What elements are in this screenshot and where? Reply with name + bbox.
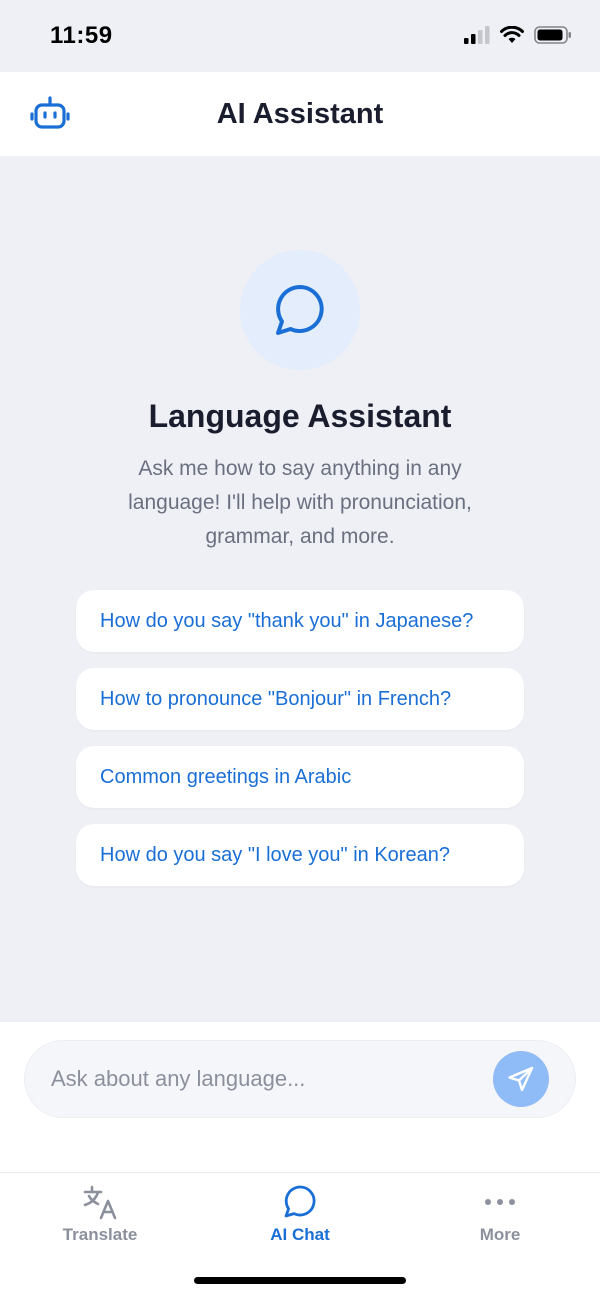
- translate-icon: [83, 1185, 117, 1220]
- tab-ai-chat[interactable]: AI Chat: [230, 1183, 370, 1245]
- chat-bubble-icon: [276, 285, 324, 335]
- tab-label: AI Chat: [270, 1225, 330, 1244]
- wifi-icon: [500, 26, 524, 43]
- suggestion-chip[interactable]: How do you say "thank you" in Japanese?: [76, 590, 524, 652]
- hero-subtitle: Ask me how to say anything in any langua…: [128, 457, 472, 548]
- chat-bubble-icon: [284, 1185, 316, 1218]
- message-composer: [0, 1022, 600, 1172]
- cellular-signal-icon: [464, 26, 490, 44]
- tab-translate[interactable]: Translate: [30, 1183, 170, 1245]
- suggestion-chip[interactable]: Common greetings in Arabic: [76, 746, 524, 808]
- battery-icon: [534, 26, 571, 44]
- hero-title: Language Assistant: [148, 398, 452, 434]
- status-bar: 11:59: [0, 0, 600, 72]
- tab-more[interactable]: More: [430, 1183, 570, 1245]
- message-input[interactable]: [51, 1041, 481, 1117]
- send-button[interactable]: [493, 1051, 549, 1107]
- page-title: AI Assistant: [216, 98, 384, 130]
- hero-icon-circle: [240, 250, 360, 370]
- send-icon: [508, 1066, 534, 1092]
- more-dots-icon: [485, 1199, 515, 1205]
- suggestion-list: How do you say "thank you" in Japanese? …: [76, 590, 524, 886]
- suggestion-chip[interactable]: How do you say "I love you" in Korean?: [76, 824, 524, 886]
- tab-label: More: [479, 1225, 521, 1244]
- suggestion-chip[interactable]: How to pronounce "Bonjour" in French?: [76, 668, 524, 730]
- tab-label: Translate: [62, 1225, 138, 1244]
- message-input-container: [24, 1040, 576, 1118]
- status-icons: [464, 26, 572, 44]
- home-indicator: [194, 1277, 406, 1284]
- status-time: 11:59: [50, 22, 113, 49]
- app-header: AI Assistant: [0, 72, 600, 156]
